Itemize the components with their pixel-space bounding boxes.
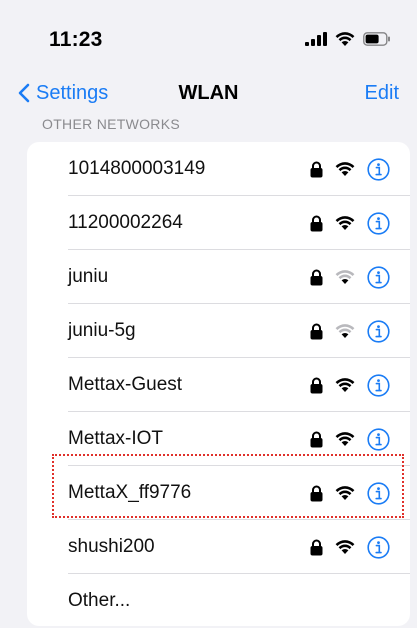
network-row-icons [310,250,390,304]
wifi-signal-icon [335,539,355,554]
status-icons [305,29,391,49]
network-name: Mettax-IOT [68,428,164,449]
network-row-mettax-guest[interactable]: Mettax-Guest [27,358,410,412]
info-icon[interactable] [367,319,390,343]
network-row-juniu[interactable]: juniu [27,250,410,304]
network-name: 11200002264 [68,212,183,233]
network-row-1014800003149[interactable]: 1014800003149 [27,142,410,196]
network-row-icons [310,196,390,250]
other-network-label: Other... [68,590,131,611]
network-row-shushi200[interactable]: shushi200 [27,520,410,574]
cellular-signal-icon [305,32,327,46]
info-icon[interactable] [367,211,390,235]
network-row-11200002264[interactable]: 11200002264 [27,196,410,250]
info-icon[interactable] [367,535,390,559]
page-title: WLAN [178,82,239,104]
network-list: 1014800003149 11200002264 juniu juniu-5g… [27,142,410,626]
network-row-icons [310,358,390,412]
lock-icon [310,377,323,393]
network-name: 1014800003149 [68,158,206,179]
network-row-icons [310,304,390,358]
network-row-icons [310,520,390,574]
navigation-bar: Settings WLAN Edit [0,74,417,112]
wifi-signal-icon [335,323,355,338]
network-name: Mettax-Guest [68,374,183,395]
info-icon[interactable] [367,265,390,289]
wifi-signal-icon [335,431,355,446]
edit-button[interactable]: Edit [365,82,399,105]
lock-icon [310,215,323,231]
info-icon[interactable] [367,373,390,397]
network-row-icons [310,142,390,196]
network-name: juniu [68,266,109,287]
wifi-signal-icon [335,215,355,230]
wifi-status-icon [335,31,355,46]
highlight-box [52,454,404,518]
lock-icon [310,323,323,339]
lock-icon [310,161,323,177]
battery-icon [363,32,390,46]
lock-icon [310,431,323,447]
other-network-row[interactable]: Other... [27,574,410,626]
wifi-signal-icon [335,377,355,392]
info-icon[interactable] [367,157,390,181]
lock-icon [310,539,323,555]
network-name: juniu-5g [68,320,136,341]
info-icon[interactable] [367,427,390,451]
section-header: OTHER NETWORKS [42,116,180,132]
status-bar: 11:23 [0,0,417,74]
network-name: shushi200 [68,536,155,557]
network-row-juniu-5g[interactable]: juniu-5g [27,304,410,358]
wifi-signal-icon [335,161,355,176]
lock-icon [310,269,323,285]
wifi-signal-icon [335,269,355,284]
status-time: 11:23 [49,28,103,51]
